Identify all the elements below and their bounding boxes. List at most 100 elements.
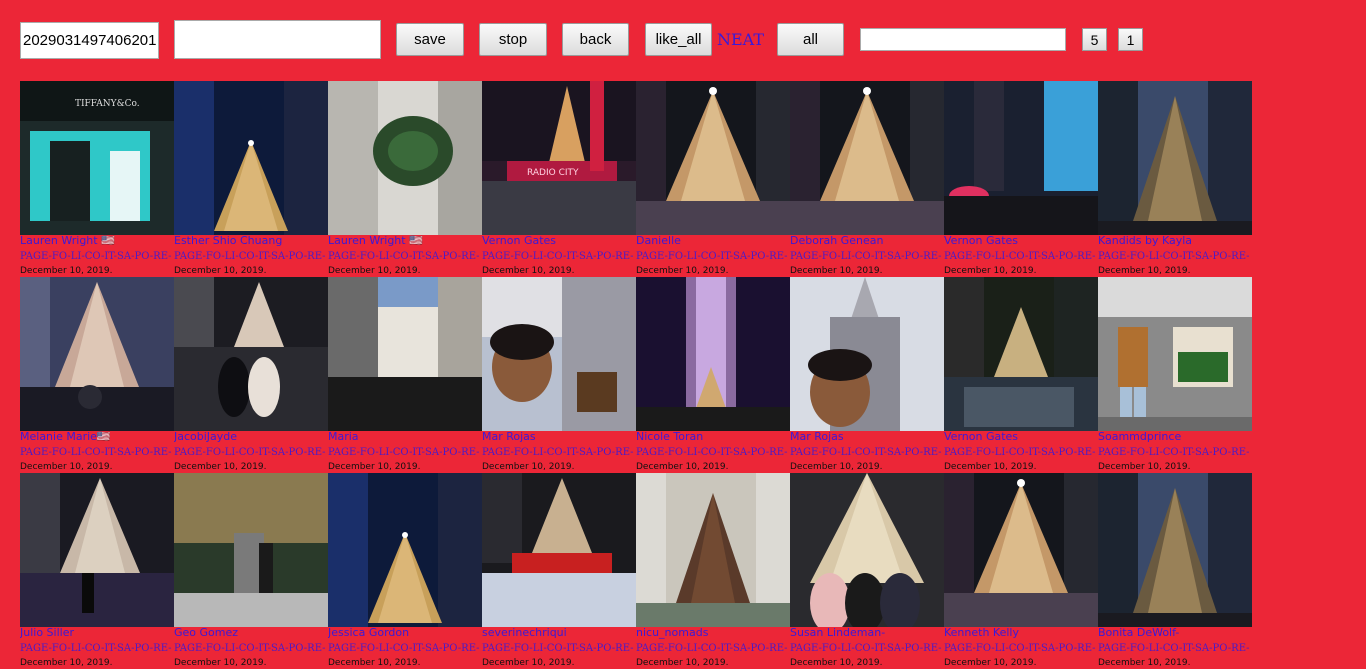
like-all-button[interactable]: like_all [645, 23, 712, 56]
post-tag[interactable]: PAGE-FO-LI-CO-IT-SA-PO-RE- [482, 642, 636, 655]
post-tag[interactable]: PAGE-FO-LI-CO-IT-SA-PO-RE- [482, 446, 636, 459]
post-card[interactable]: Geo Gomez PAGE-FO-LI-CO-IT-SA-PO-RE- Decem… [174, 473, 328, 669]
post-author[interactable]: Bonita DeWolf- [1098, 627, 1252, 639]
post-card[interactable]: Vernon Gates PAGE-FO-LI-CO-IT-SA-PO-RE- De… [944, 277, 1098, 473]
post-author[interactable]: Mar Rojas [790, 431, 944, 443]
save-button[interactable]: save [396, 23, 464, 56]
post-card[interactable]: Kandids by Kayla PAGE-FO-LI-CO-IT-SA-PO-R… [1098, 81, 1252, 277]
post-tag[interactable]: PAGE-FO-LI-CO-IT-SA-PO-RE- [174, 446, 328, 459]
post-photo[interactable] [944, 81, 1098, 235]
post-author[interactable]: Julio Siller [20, 627, 174, 639]
post-photo[interactable] [790, 277, 944, 431]
post-tag[interactable]: PAGE-FO-LI-CO-IT-SA-PO-RE- [20, 642, 174, 655]
post-author[interactable]: Lauren Wright 🇺🇸 [20, 235, 174, 247]
post-photo[interactable] [20, 277, 174, 431]
post-author[interactable]: Deborah Genean [790, 235, 944, 247]
post-tag[interactable]: PAGE-FO-LI-CO-IT-SA-PO-RE- [790, 250, 944, 263]
id-input[interactable] [20, 22, 159, 59]
post-card[interactable]: Maria PAGE-FO-LI-CO-IT-SA-PO-RE- December … [328, 277, 482, 473]
post-tag[interactable]: PAGE-FO-LI-CO-IT-SA-PO-RE- [174, 642, 328, 655]
post-card[interactable]: Mar Rojas PAGE-FO-LI-CO-IT-SA-PO-RE- Decem… [790, 277, 944, 473]
post-author[interactable]: Susan Lindeman- [790, 627, 944, 639]
post-tag[interactable]: PAGE-FO-LI-CO-IT-SA-PO-RE- [20, 250, 174, 263]
post-photo[interactable] [482, 277, 636, 431]
post-author[interactable]: Melanie Marie🇺🇸 [20, 431, 174, 443]
post-photo[interactable] [1098, 277, 1252, 431]
post-author[interactable]: Danielle [636, 235, 790, 247]
post-tag[interactable]: PAGE-FO-LI-CO-IT-SA-PO-RE- [482, 250, 636, 263]
post-author[interactable]: nicu_nomads [636, 627, 790, 639]
post-card[interactable]: Julio Siller PAGE-FO-LI-CO-IT-SA-PO-RE- De… [20, 473, 174, 669]
post-author[interactable]: Vernon Gates [944, 235, 1098, 247]
one-button[interactable]: 1 [1118, 28, 1143, 51]
post-author[interactable]: Kandids by Kayla [1098, 235, 1252, 247]
post-photo[interactable] [636, 473, 790, 627]
post-author[interactable]: Jessica Gordon [328, 627, 482, 639]
post-photo[interactable] [328, 473, 482, 627]
post-author[interactable]: severinechriqui [482, 627, 636, 639]
post-photo[interactable] [636, 81, 790, 235]
post-photo[interactable] [636, 277, 790, 431]
post-author[interactable]: Geo Gomez [174, 627, 328, 639]
post-tag[interactable]: PAGE-FO-LI-CO-IT-SA-PO-RE- [1098, 642, 1252, 655]
count-input[interactable] [860, 28, 1066, 51]
post-author[interactable]: Soammdprince [1098, 431, 1252, 443]
post-card[interactable]: Mar Rojas PAGE-FO-LI-CO-IT-SA-PO-RE- Decem… [482, 277, 636, 473]
post-author[interactable]: Esther Shio Chuang [174, 235, 328, 247]
post-card[interactable]: TIFFANY&Co. Lauren Wright 🇺🇸 PAGE-FO-LI-CO… [20, 81, 174, 277]
post-card[interactable]: Bonita DeWolf- PAGE-FO-LI-CO-IT-SA-PO-RE-… [1098, 473, 1252, 669]
post-author[interactable]: Maria [328, 431, 482, 443]
post-card[interactable]: Jessica Gordon PAGE-FO-LI-CO-IT-SA-PO-RE-… [328, 473, 482, 669]
all-button[interactable]: all [777, 23, 844, 56]
post-photo[interactable] [790, 81, 944, 235]
post-photo[interactable] [944, 277, 1098, 431]
post-card[interactable]: RADIO CITY Vernon Gates PAGE-FO-LI-CO-IT-S… [482, 81, 636, 277]
post-photo[interactable] [174, 81, 328, 235]
post-photo[interactable] [328, 277, 482, 431]
post-card[interactable]: nicu_nomads PAGE-FO-LI-CO-IT-SA-PO-RE- Dec… [636, 473, 790, 669]
post-photo[interactable]: RADIO CITY [482, 81, 636, 235]
post-tag[interactable]: PAGE-FO-LI-CO-IT-SA-PO-RE- [790, 446, 944, 459]
post-card[interactable]: Esther Shio Chuang PAGE-FO-LI-CO-IT-SA-PO… [174, 81, 328, 277]
post-tag[interactable]: PAGE-FO-LI-CO-IT-SA-PO-RE- [944, 250, 1098, 263]
post-author[interactable]: Lauren Wright 🇺🇸 [328, 235, 482, 247]
post-tag[interactable]: PAGE-FO-LI-CO-IT-SA-PO-RE- [636, 642, 790, 655]
post-tag[interactable]: PAGE-FO-LI-CO-IT-SA-PO-RE- [20, 446, 174, 459]
post-card[interactable]: Danielle PAGE-FO-LI-CO-IT-SA-PO-RE- Decemb… [636, 81, 790, 277]
post-author[interactable]: Mar Rojas [482, 431, 636, 443]
text-input[interactable] [174, 20, 381, 59]
post-card[interactable]: Susan Lindeman- PAGE-FO-LI-CO-IT-SA-PO-RE… [790, 473, 944, 669]
post-author[interactable]: Nicole Toran [636, 431, 790, 443]
post-card[interactable]: Nicole Toran PAGE-FO-LI-CO-IT-SA-PO-RE- De… [636, 277, 790, 473]
post-photo[interactable] [944, 473, 1098, 627]
post-tag[interactable]: PAGE-FO-LI-CO-IT-SA-PO-RE- [790, 642, 944, 655]
post-photo[interactable] [20, 473, 174, 627]
post-tag[interactable]: PAGE-FO-LI-CO-IT-SA-PO-RE- [636, 250, 790, 263]
five-button[interactable]: 5 [1082, 28, 1107, 51]
post-photo[interactable]: TIFFANY&Co. [20, 81, 174, 235]
post-tag[interactable]: PAGE-FO-LI-CO-IT-SA-PO-RE- [944, 446, 1098, 459]
post-photo[interactable] [174, 277, 328, 431]
post-tag[interactable]: PAGE-FO-LI-CO-IT-SA-PO-RE- [636, 446, 790, 459]
post-author[interactable]: JacobiJayde [174, 431, 328, 443]
stop-button[interactable]: stop [479, 23, 547, 56]
post-photo[interactable] [174, 473, 328, 627]
post-tag[interactable]: PAGE-FO-LI-CO-IT-SA-PO-RE- [328, 642, 482, 655]
post-photo[interactable] [1098, 473, 1252, 627]
post-card[interactable]: Soammdprince PAGE-FO-LI-CO-IT-SA-PO-RE- De… [1098, 277, 1252, 473]
post-photo[interactable] [482, 473, 636, 627]
post-tag[interactable]: PAGE-FO-LI-CO-IT-SA-PO-RE- [1098, 446, 1252, 459]
post-author[interactable]: Vernon Gates [944, 431, 1098, 443]
post-tag[interactable]: PAGE-FO-LI-CO-IT-SA-PO-RE- [328, 250, 482, 263]
post-card[interactable]: JacobiJayde PAGE-FO-LI-CO-IT-SA-PO-RE- Dec… [174, 277, 328, 473]
post-card[interactable]: Melanie Marie🇺🇸 PAGE-FO-LI-CO-IT-SA-PO-RE… [20, 277, 174, 473]
post-tag[interactable]: PAGE-FO-LI-CO-IT-SA-PO-RE- [944, 642, 1098, 655]
post-card[interactable]: severinechriqui PAGE-FO-LI-CO-IT-SA-PO-RE… [482, 473, 636, 669]
post-author[interactable]: Kenneth Kelly [944, 627, 1098, 639]
post-author[interactable]: Vernon Gates [482, 235, 636, 247]
post-photo[interactable] [1098, 81, 1252, 235]
post-tag[interactable]: PAGE-FO-LI-CO-IT-SA-PO-RE- [1098, 250, 1252, 263]
post-card[interactable]: Deborah Genean PAGE-FO-LI-CO-IT-SA-PO-RE-… [790, 81, 944, 277]
post-card[interactable]: Kenneth Kelly PAGE-FO-LI-CO-IT-SA-PO-RE- D… [944, 473, 1098, 669]
post-tag[interactable]: PAGE-FO-LI-CO-IT-SA-PO-RE- [328, 446, 482, 459]
